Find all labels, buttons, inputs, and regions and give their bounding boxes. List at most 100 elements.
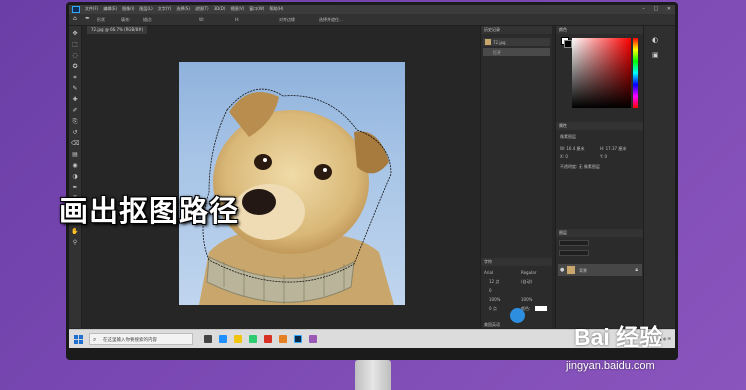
properties-y[interactable]: Y: 0 [600, 154, 607, 159]
blend-mode-select[interactable] [559, 250, 589, 256]
lasso-tool-icon[interactable]: ◌ [71, 52, 79, 59]
app-icon[interactable] [279, 335, 287, 343]
search-icon: ⌕ [93, 336, 97, 343]
taskbar-search-box[interactable]: ⌕ 在这里输入你要搜索的内容 [89, 333, 193, 345]
wps-icon[interactable] [264, 335, 272, 343]
right-panels: 颜色 属性 像素图层 W: 16.4 厘米 H: 17.37 厘米 X: 0 Y… [555, 26, 644, 328]
menu-item[interactable]: 文件(F) [85, 6, 98, 11]
file-explorer-icon[interactable] [234, 335, 242, 343]
wechat-icon[interactable] [249, 335, 257, 343]
photoshop-taskbar-icon[interactable] [294, 335, 302, 343]
document-tab[interactable]: 72.jpg @ 66.7% (RGB/8#) [87, 26, 148, 34]
dodge-tool-icon[interactable]: ◑ [71, 173, 79, 180]
close-button[interactable]: ✕ [667, 6, 671, 12]
dog-illustration [199, 88, 394, 305]
watermark-logo-text: Bai 经验 [574, 324, 663, 350]
pen-tool-preset-icon[interactable]: ✒ [85, 16, 91, 22]
menu-item[interactable]: 帮助(H) [269, 6, 283, 11]
mode-select[interactable]: 形状 [97, 17, 105, 23]
background-color-swatch[interactable] [564, 40, 572, 48]
learn-icon[interactable]: ◐ [652, 36, 658, 44]
leading-field[interactable]: (自动) [521, 279, 532, 285]
layers-panel-title: 图层 [556, 229, 644, 237]
vertical-scale-field[interactable]: 100% [489, 297, 500, 302]
history-item[interactable]: 72.jpg [483, 38, 550, 46]
character-panel-title: 字符 [481, 258, 552, 266]
quick-select-tool-icon[interactable]: ✪ [71, 63, 79, 70]
eye-icon[interactable]: ● [560, 267, 564, 273]
maximize-button[interactable]: □ [653, 6, 658, 12]
eyedropper-tool-icon[interactable]: ✎ [71, 85, 79, 92]
color-panel-title: 颜色 [556, 26, 644, 34]
horizontal-scale-field[interactable]: 100% [521, 297, 532, 302]
tutorial-caption: 画出抠图路径 [59, 194, 240, 228]
properties-height[interactable]: H: 17.37 厘米 [600, 146, 626, 152]
menu-bar: 文件(F) 编辑(E) 图像(I) 图层(L) 文字(Y) 选择(S) 滤镜(T) 3D(D)… [69, 5, 675, 14]
font-family-select[interactable]: Arial [484, 270, 493, 275]
app-icon[interactable] [309, 335, 317, 343]
stamp-tool-icon[interactable]: ⎘ [71, 118, 79, 125]
search-placeholder: 在这里输入你要搜索的内容 [103, 338, 157, 343]
photoshop-logo-icon [72, 6, 80, 13]
menu-list: 文件(F) 编辑(E) 图像(I) 图层(L) 文字(Y) 选择(S) 滤镜(T) 3D(D)… [85, 6, 288, 12]
windows-start-icon[interactable] [74, 335, 83, 344]
history-item[interactable]: 打开 [483, 48, 550, 56]
history-thumbnail [485, 39, 491, 45]
font-style-select[interactable]: Regular [521, 270, 536, 275]
brush-tool-icon[interactable]: ✐ [71, 107, 79, 114]
color-picker-field[interactable] [572, 38, 631, 108]
document-tab-bar: 72.jpg @ 66.7% (RGB/8#) [81, 26, 541, 34]
edge-icon[interactable] [219, 335, 227, 343]
baseline-field[interactable]: 0 点 [489, 306, 497, 312]
libraries-icon[interactable]: ▣ [652, 51, 659, 59]
hue-slider[interactable] [633, 38, 638, 108]
minimize-button[interactable]: – [642, 6, 645, 12]
properties-subtitle: 像素图层 [560, 134, 576, 139]
options-bar: ⌂ ✒ 形状 填充: 描边: W: H: 对齐边缘 选择并遮住... [69, 14, 675, 32]
menu-item[interactable]: 文字(Y) [158, 6, 172, 11]
crop-tool-icon[interactable]: ⌗ [71, 74, 79, 81]
layer-kind-filter[interactable] [559, 240, 589, 246]
align-edges-checkbox[interactable]: 对齐边缘 [279, 17, 295, 23]
menu-item[interactable]: 图层(L) [139, 6, 152, 11]
watermark-url: jingyan.baidu.com [566, 360, 655, 372]
select-and-mask-button[interactable]: 选择并遮住... [319, 17, 343, 23]
menu-item[interactable]: 滤镜(T) [195, 6, 209, 11]
canvas-area[interactable] [82, 34, 480, 326]
task-view-icon[interactable] [204, 335, 212, 343]
properties-width[interactable]: W: 16.4 厘米 [560, 146, 585, 152]
window-controls: – □ ✕ [635, 6, 671, 12]
menu-item[interactable]: 视图(V) [230, 6, 244, 11]
lock-icon: 🔒︎ [635, 267, 638, 273]
properties-note: 不透明度: 无 像素图层 [560, 164, 600, 169]
healing-tool-icon[interactable]: ✚ [71, 96, 79, 103]
history-panel-title: 历史记录 [481, 26, 552, 34]
history-brush-tool-icon[interactable]: ↺ [71, 129, 79, 136]
blur-tool-icon[interactable]: ◉ [71, 162, 79, 169]
dog-photo [179, 62, 405, 305]
home-icon[interactable]: ⌂ [73, 16, 79, 22]
text-color-swatch[interactable] [535, 306, 547, 311]
zoom-tool-icon[interactable]: ⚲ [71, 239, 79, 246]
marquee-tool-icon[interactable]: ⬚ [71, 41, 79, 48]
gradient-tool-icon[interactable]: ▤ [71, 151, 79, 158]
menu-item[interactable]: 图像(I) [122, 6, 134, 11]
menu-item[interactable]: 3D(D) [214, 6, 226, 11]
language-select[interactable]: 美国英语 [484, 322, 500, 328]
menu-item[interactable]: 窗口(W) [249, 6, 264, 11]
properties-x[interactable]: X: 0 [560, 154, 568, 159]
move-tool-icon[interactable]: ✥ [71, 30, 79, 37]
layer-name: 背景 [579, 268, 587, 273]
fill-label: 填充: [121, 17, 131, 22]
menu-item[interactable]: 选择(S) [176, 6, 190, 11]
menu-item[interactable]: 编辑(E) [103, 6, 117, 11]
layer-row[interactable]: ● 背景 🔒︎ [558, 264, 642, 276]
height-label: H: [235, 17, 240, 22]
photoshop-window: 文件(F) 编辑(E) 图像(I) 图层(L) 文字(Y) 选择(S) 滤镜(T) 3D(D)… [69, 5, 675, 348]
monitor-stand [355, 360, 391, 390]
eraser-tool-icon[interactable]: ⌫ [71, 140, 79, 147]
properties-panel-title: 属性 [556, 122, 644, 130]
tracking-field[interactable]: 0 [489, 288, 492, 293]
width-label: W: [199, 17, 205, 22]
font-size-field[interactable]: 12 点 [489, 279, 499, 285]
